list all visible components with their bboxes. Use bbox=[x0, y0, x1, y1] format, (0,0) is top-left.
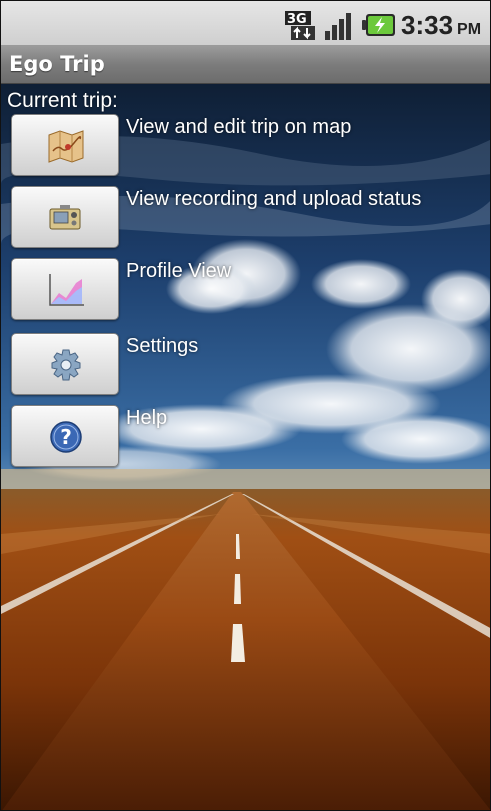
view-recording-button[interactable] bbox=[11, 186, 119, 248]
profile-view-label: Profile View bbox=[126, 260, 232, 282]
recorder-icon bbox=[49, 205, 81, 230]
help-label: Help bbox=[126, 407, 168, 429]
menu-item-settings: Settings bbox=[11, 333, 471, 397]
clock-time: 3:33 bbox=[401, 10, 454, 40]
svg-text:?: ? bbox=[60, 425, 72, 449]
menu-item-recording: View recording and upload status bbox=[11, 186, 471, 250]
view-recording-label: View recording and upload status bbox=[126, 188, 422, 210]
battery-charging-icon bbox=[362, 14, 395, 36]
menu-item-profile: Profile View bbox=[11, 258, 471, 322]
chart-icon bbox=[49, 274, 84, 306]
app-title: Ego Trip bbox=[9, 52, 105, 76]
menu-item-help: ? Help bbox=[11, 405, 471, 469]
help-icon: ? bbox=[50, 421, 82, 453]
settings-button[interactable] bbox=[11, 333, 119, 395]
clock-ampm: PM bbox=[457, 21, 482, 38]
status-bar: 3G 3:33 PM bbox=[1, 1, 490, 46]
3g-data-icon: 3G bbox=[285, 11, 315, 40]
view-edit-map-label: View and edit trip on map bbox=[126, 116, 352, 138]
help-button[interactable]: ? bbox=[11, 405, 119, 467]
view-edit-map-button[interactable] bbox=[11, 114, 119, 176]
current-trip-label: Current trip: bbox=[7, 89, 118, 112]
profile-view-button[interactable] bbox=[11, 258, 119, 320]
settings-label: Settings bbox=[126, 335, 199, 357]
signal-strength-icon bbox=[325, 13, 351, 40]
app-screen: 3G 3:33 PM Ego Trip Current trip: View a… bbox=[0, 0, 491, 811]
clock: 3:33 PM bbox=[401, 10, 481, 45]
app-title-bar: Ego Trip bbox=[1, 46, 490, 84]
gear-icon bbox=[51, 349, 81, 381]
menu-item-map: View and edit trip on map bbox=[11, 114, 471, 178]
map-icon bbox=[48, 130, 84, 163]
svg-text:3G: 3G bbox=[287, 12, 307, 27]
